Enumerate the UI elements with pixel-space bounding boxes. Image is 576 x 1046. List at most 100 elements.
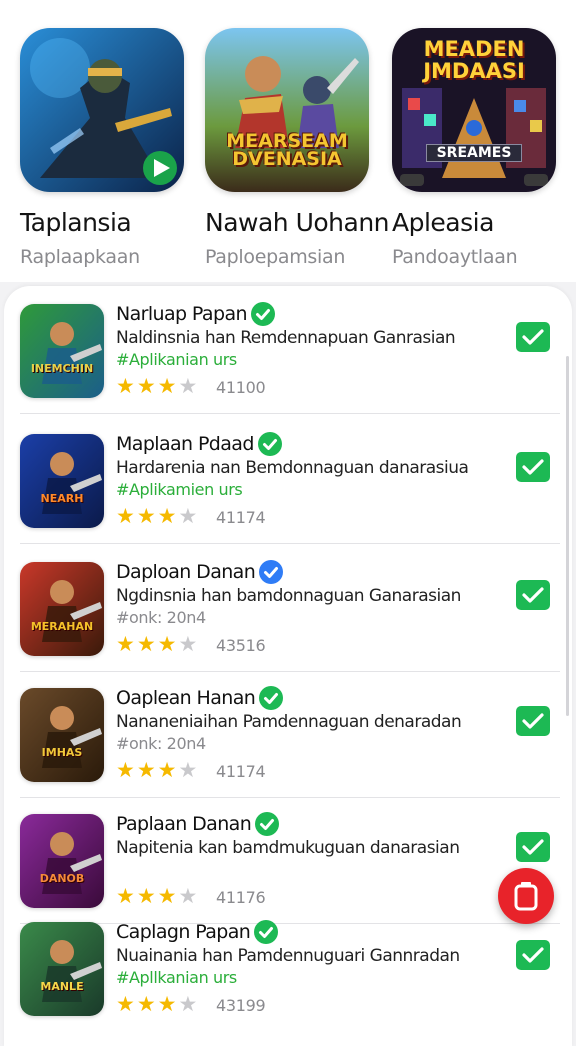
featured-app-title[interactable]: Taplansia	[20, 208, 186, 237]
arcade-game-icon[interactable]: MEADEN JMDAASI SREAMES	[392, 28, 556, 192]
install-check-button[interactable]	[516, 452, 550, 482]
app-tag: #onk: 20n4	[116, 734, 206, 753]
app-tag: #Apllkanian urs	[116, 968, 237, 987]
checkmark-icon	[522, 713, 544, 729]
soldier-game-icon[interactable]	[20, 28, 184, 192]
app-name[interactable]: Daploan Danan	[116, 560, 284, 584]
app-name-label: Caplagn Papan	[116, 921, 251, 943]
rating-stars: ★ ★ ★ ★	[116, 633, 198, 656]
checkmark-icon	[522, 839, 544, 855]
app-name[interactable]: Maplaan Pdaad	[116, 432, 282, 456]
app-name-label: Oaplean Hanan	[116, 687, 256, 709]
checkmark-icon	[522, 587, 544, 603]
verified-check-icon	[254, 920, 279, 944]
checkmark-icon	[522, 947, 544, 963]
star-icon: ★	[157, 759, 177, 782]
game-icon-text: NEARH	[40, 492, 84, 505]
rating-count: 41174	[216, 508, 266, 527]
star-icon: ★	[157, 375, 177, 398]
rating-stars: ★ ★ ★ ★	[116, 375, 198, 398]
app-tag: #Aplikamien urs	[116, 480, 243, 499]
app-description: Napitenia kan bamdmukuguan danarasian	[116, 838, 460, 858]
game-app-icon[interactable]: MERAHAN	[20, 562, 104, 656]
app-description: Nuainania han Pamdennuguari Gannradan	[116, 946, 460, 966]
game-icon-text: IMHAS	[41, 746, 83, 759]
app-list-item[interactable]: MANLE Caplagn Papan Nuainania han Pamden…	[20, 904, 560, 1032]
app-list-item[interactable]: MERAHAN Daploan Danan Ngdinsnia han bamd…	[20, 544, 560, 672]
install-check-button[interactable]	[516, 706, 550, 736]
star-icon: ★	[157, 993, 177, 1016]
arcade-game-footer: SREAMES	[426, 144, 522, 162]
game-icon-text: MERAHAN	[30, 620, 94, 633]
star-icon: ★	[178, 993, 198, 1016]
app-tag: #Aplikanian urs	[116, 350, 237, 369]
app-list-item[interactable]: INEMCHIN Narluap Papan Naldinsnia han Re…	[20, 286, 560, 414]
verified-check-icon	[259, 686, 284, 710]
featured-app-card-2[interactable]: MEARSEAM DVENASIA Nawah Uohann Paploepam…	[205, 28, 390, 268]
app-list-item[interactable]: IMHAS Oaplean Hanan Nananeniaihan Pamden…	[20, 670, 560, 798]
star-icon: ★	[116, 759, 135, 782]
game-icon-text: DANOB	[39, 872, 85, 885]
star-icon: ★	[178, 375, 198, 398]
app-tag: #onk: 20n4	[116, 608, 206, 627]
arcade-game-banner: MEADEN JMDAASI	[423, 37, 525, 83]
app-name[interactable]: Paplaan Danan	[116, 812, 280, 836]
install-check-button[interactable]	[516, 940, 550, 970]
scrollbar[interactable]	[566, 356, 569, 716]
verified-check-icon	[250, 302, 275, 326]
star-icon: ★	[116, 505, 135, 528]
star-icon: ★	[157, 633, 177, 656]
divider	[20, 413, 560, 414]
star-icon: ★	[136, 759, 156, 782]
battery-fab-button[interactable]	[498, 868, 554, 924]
featured-app-card-1[interactable]: Taplansia Raplaapkaan	[20, 28, 186, 268]
game-icon-text: MANLE	[40, 980, 84, 993]
star-icon: ★	[116, 633, 135, 656]
featured-app-title[interactable]: Apleasia	[392, 208, 558, 237]
app-description: Ngdinsnia han bamdonnaguan Ganarasian	[116, 586, 461, 606]
app-list: INEMCHIN Narluap Papan Naldinsnia han Re…	[4, 286, 572, 1046]
install-check-button[interactable]	[516, 832, 550, 862]
featured-app-subtitle: Paploepamsian	[205, 246, 346, 268]
game-app-icon[interactable]: MANLE	[20, 922, 104, 1016]
star-icon: ★	[136, 505, 156, 528]
star-icon: ★	[178, 505, 198, 528]
app-name-label: Paplaan Danan	[116, 813, 252, 835]
hero-game-banner: MEARSEAM DVENASIA	[226, 130, 348, 170]
star-icon: ★	[136, 993, 156, 1016]
game-app-icon[interactable]: DANOB	[20, 814, 104, 908]
rating-stars: ★ ★ ★ ★	[116, 759, 198, 782]
featured-app-subtitle: Pandoaytlaan	[392, 246, 518, 268]
game-icon-text: INEMCHIN	[30, 362, 94, 375]
verified-check-icon	[255, 812, 280, 836]
rating-count: 43199	[216, 996, 266, 1015]
featured-app-card-3[interactable]: MEADEN JMDAASI SREAMES Apleasia Pandoayt…	[392, 28, 558, 268]
app-name-label: Narluap Papan	[116, 303, 248, 325]
app-name[interactable]: Caplagn Papan	[116, 920, 279, 944]
featured-app-title[interactable]: Nawah Uohann	[205, 208, 390, 237]
game-app-icon[interactable]: IMHAS	[20, 688, 104, 782]
app-name-label: Maplaan Pdaad	[116, 433, 254, 455]
checkmark-icon	[522, 329, 544, 345]
app-list-item[interactable]: NEARH Maplaan Pdaad Hardarenia nan Bemdo…	[20, 416, 560, 544]
verified-check-icon	[257, 432, 282, 456]
app-name[interactable]: Oaplean Hanan	[116, 686, 284, 710]
install-check-button[interactable]	[516, 322, 550, 352]
featured-section: Taplansia Raplaapkaan MEARSEAM DVENASIA	[0, 0, 576, 282]
star-icon: ★	[178, 633, 198, 656]
star-icon: ★	[178, 759, 198, 782]
battery-icon	[514, 882, 538, 911]
rating-count: 43516	[216, 636, 266, 655]
game-app-icon[interactable]: INEMCHIN	[20, 304, 104, 398]
hero-game-icon[interactable]: MEARSEAM DVENASIA	[205, 28, 369, 192]
rating-stars: ★ ★ ★ ★	[116, 505, 198, 528]
featured-app-subtitle: Raplaapkaan	[20, 246, 140, 268]
install-check-button[interactable]	[516, 580, 550, 610]
app-name-label: Daploan Danan	[116, 561, 256, 583]
verified-check-icon	[259, 560, 284, 584]
game-app-icon[interactable]: NEARH	[20, 434, 104, 528]
app-name[interactable]: Narluap Papan	[116, 302, 275, 326]
rating-count: 41100	[216, 378, 266, 397]
star-icon: ★	[136, 375, 156, 398]
star-icon: ★	[136, 633, 156, 656]
